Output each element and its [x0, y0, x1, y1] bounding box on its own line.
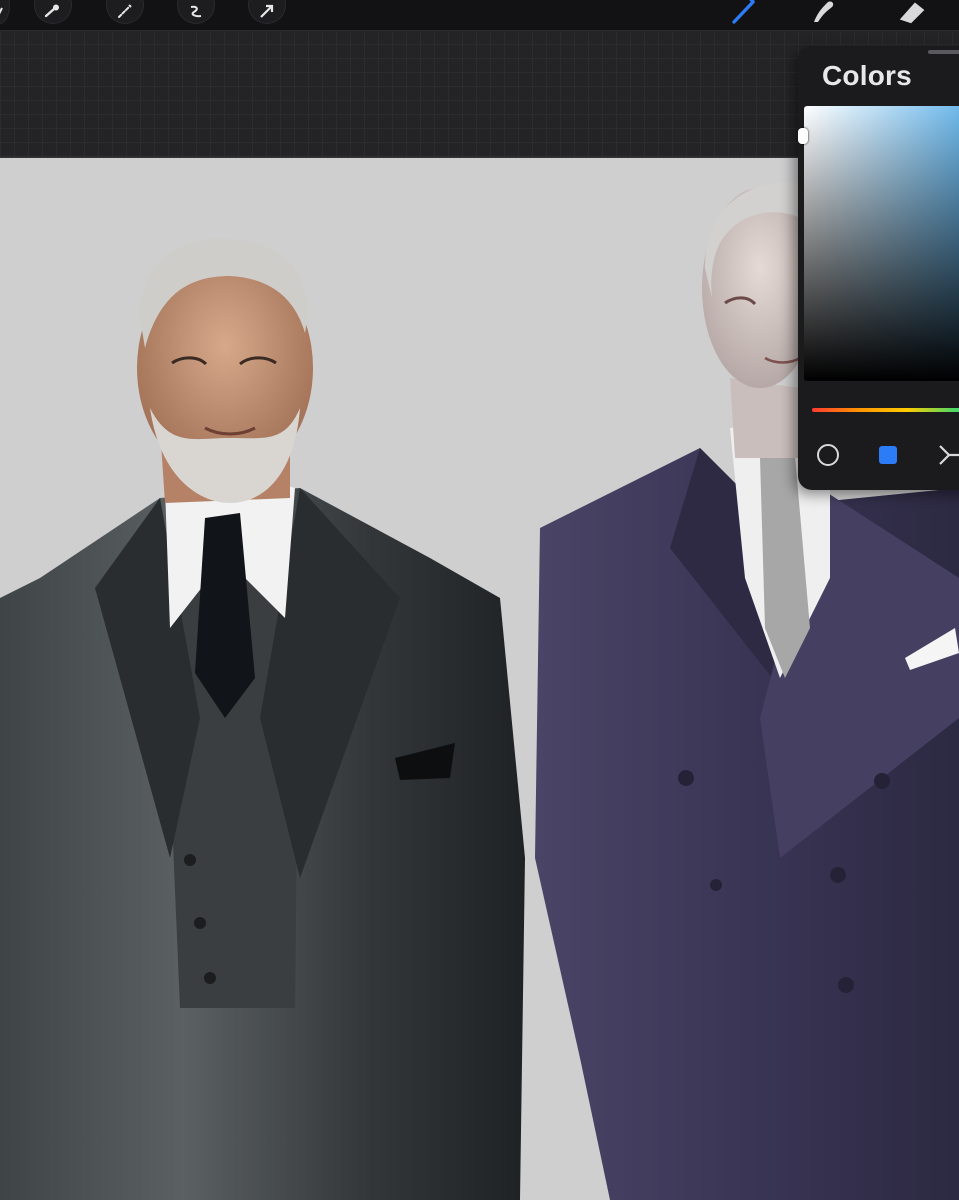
brush-tool[interactable] [728, 0, 762, 26]
color-mode-tabs [798, 436, 959, 476]
eraser-tool[interactable] [896, 0, 930, 26]
brush-icon [732, 0, 756, 24]
color-picker-handle[interactable] [798, 128, 808, 144]
tab-classic[interactable] [873, 440, 903, 470]
color-saturation-brightness-field[interactable] [804, 106, 959, 381]
disc-mode-icon [817, 444, 839, 466]
panel-title: Colors [822, 60, 912, 91]
top-toolbar [0, 0, 959, 30]
selection-button[interactable] [177, 0, 215, 24]
smudge-tool[interactable] [806, 0, 840, 26]
smudge-icon [814, 1, 834, 22]
tab-disc[interactable] [813, 440, 843, 470]
tab-harmony[interactable] [934, 440, 959, 470]
wrench-icon [44, 4, 59, 18]
adjustments-wand-button[interactable] [106, 0, 144, 24]
transform-button[interactable] [248, 0, 286, 24]
transform-arrow-icon [260, 4, 274, 18]
panel-grabber[interactable] [928, 50, 959, 54]
colors-panel: Colors [798, 46, 959, 490]
actions-button[interactable] [34, 0, 72, 24]
harmony-mode-icon [939, 445, 959, 465]
selection-icon [190, 5, 202, 18]
hue-slider[interactable] [812, 408, 959, 412]
eraser-icon [899, 2, 925, 24]
adjustments-button[interactable] [0, 0, 10, 24]
magic-wand-icon [118, 4, 132, 18]
classic-square-mode-icon [879, 446, 897, 464]
adjustments-icon [0, 7, 3, 15]
